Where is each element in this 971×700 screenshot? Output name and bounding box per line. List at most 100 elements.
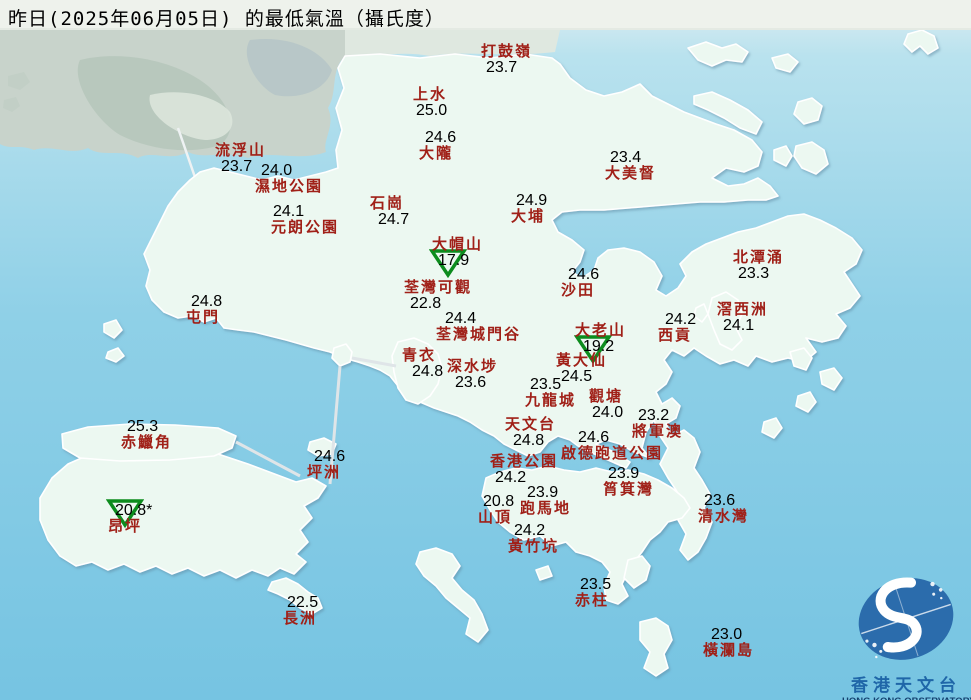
station-name-label: 天文台 [505,417,557,433]
station: 23.4 大美督 [605,149,656,183]
station-temperature-value: 23.5 [580,576,612,593]
station-temperature-value: 24.8 [412,363,444,380]
station-name-label: 清水灣 [698,509,750,525]
station-temperature-value: 17.9 [429,249,483,278]
station-name-label: 北潭涌 [733,250,785,266]
station-name-label: 赤柱 [575,593,610,609]
station-name-label: 昂坪 [108,519,143,535]
station-name-label: 大埔 [511,209,546,225]
station-name-label: 打鼓嶺 [481,44,533,60]
station-temperature-value: 23.9 [527,484,559,501]
station-temperature-value: 23.6 [704,492,736,509]
station-temperature-value: 24.8 [513,432,545,449]
station-name-label: 赤鱲角 [121,435,173,451]
station-temperature-value: 24.0 [592,404,624,421]
station-temperature-value: 23.5 [530,376,562,393]
station-name-label: 元朗公園 [271,220,340,236]
stations-layer: 打鼓嶺 23.7 上水 25.0 24.6 大隴 23.4 大美督 流浮山 23.7 24.0 濕地公… [0,0,971,700]
station: 石崗 24.7 [370,196,409,228]
station: 24.6 沙田 [561,266,600,300]
station-temperature-value: 24.0 [261,162,293,179]
station-temperature-value: 23.2 [638,407,670,424]
station: 滘西洲 24.1 [717,302,768,334]
station: 大帽山 17.9 [429,237,484,278]
station-temperature-value: 25.0 [416,102,448,119]
station-name-label: 深水埗 [447,359,499,375]
station-temperature-value: 24.8 [191,293,223,310]
station: 23.6 清水灣 [698,492,750,526]
station-name-label: 筲箕灣 [603,482,655,498]
station-temperature-value: 23.9 [608,465,640,482]
station-temperature-value: 24.9 [516,192,548,209]
station-name-label: 橫瀾島 [703,643,755,659]
station: 24.2 黃竹坑 [508,522,559,556]
station-temperature-value: 23.0 [711,626,743,643]
station: 22.5 長洲 [283,594,319,628]
station-name-label: 滘西洲 [717,302,769,318]
station-name-label: 屯門 [186,310,221,326]
station-name-label: 長洲 [283,611,318,627]
station-name-label: 荃灣城門谷 [436,327,522,343]
station-temperature-value: 23.3 [738,265,770,282]
station-temperature-value: 24.1 [273,203,305,220]
station: 24.2 西貢 [658,311,697,345]
station-name-label: 上水 [413,87,448,103]
station-name-label: 黃大仙 [556,353,608,369]
station-name-label: 荃灣可觀 [404,280,473,296]
station-temperature-value: 23.6 [455,374,487,391]
station-temperature-value: 23.7 [486,59,518,76]
station-name-label: 大老山 [575,323,627,339]
station: 23.0 橫瀾島 [703,626,755,660]
station-temperature-value: 24.6 [578,429,610,446]
station: 深水埗 23.6 [447,359,498,391]
hko-logo-icon [858,577,954,660]
station: 打鼓嶺 23.7 [481,44,532,76]
station-temperature-value: 24.4 [445,310,477,327]
station: 24.1 元朗公園 [271,203,340,237]
station: 24.9 大埔 [511,192,548,226]
station: 24.0 濕地公園 [255,162,324,196]
station: 25.3 赤鱲角 [121,418,173,452]
station-temperature-value: 24.6 [568,266,600,283]
station: 青衣 24.8 [402,348,443,380]
station-name-label: 啟德跑道公園 [561,446,664,462]
station-temperature-value: 24.2 [514,522,546,539]
hko-logo-english: HONG KONG OBSERVATORY [842,696,971,700]
station-name-label: 大帽山 [432,237,484,253]
hko-logo-chinese: 香港天文台 [851,676,961,695]
station: 20.8 山頂 [478,493,515,527]
station: 23.9 跑馬地 [520,484,572,518]
station: 20.8* 昂坪 [106,499,152,535]
station-name-label: 跑馬地 [520,501,572,517]
station-name-label: 濕地公園 [255,179,324,195]
station-name-label: 大隴 [419,146,454,162]
station: 24.4 荃灣城門谷 [436,310,522,344]
station: 天文台 24.8 [505,417,556,449]
map-title: 昨日(2025年06月05日) 的最低氣溫（攝氏度） [8,8,445,30]
station: 24.6 大隴 [419,130,456,163]
station: 荃灣可觀 22.8 [404,280,472,312]
station: 24.8 屯門 [186,293,223,327]
station-name-label: 沙田 [561,283,596,299]
station-temperature-value: 23.4 [610,149,642,166]
hko-logo: 香港天文台 HONG KONG OBSERVATORY [842,572,971,700]
station: 23.5 赤柱 [575,576,612,610]
station-temperature-value: 24.6 [314,448,346,465]
station-temperature-value: 24.1 [723,317,755,334]
station-name-label: 坪洲 [307,465,342,481]
station: 觀塘 24.0 [589,389,623,421]
station-name-label: 九龍城 [525,393,577,409]
station: 上水 25.0 [413,87,447,119]
station: 24.6 啟德跑道公園 [561,429,664,463]
station-temperature-value: 25.3 [127,418,159,435]
station-temperature-value: 22.5 [287,594,319,611]
station: 北潭涌 23.3 [733,250,784,282]
station-temperature-value: 20.8 [483,493,515,510]
station: 23.9 筲箕灣 [603,465,655,499]
station-temperature-value: 20.8* [106,499,152,528]
station: 大老山 19.2 [574,323,627,364]
station: 香港公園 24.2 [490,454,558,486]
station-temperature-value: 24.2 [665,311,697,328]
station-name-label: 石崗 [370,196,405,212]
hko-temperature-map: 昨日(2025年06月05日) 的最低氣溫（攝氏度） 打鼓嶺 23.7 上水 25.0… [0,0,971,700]
